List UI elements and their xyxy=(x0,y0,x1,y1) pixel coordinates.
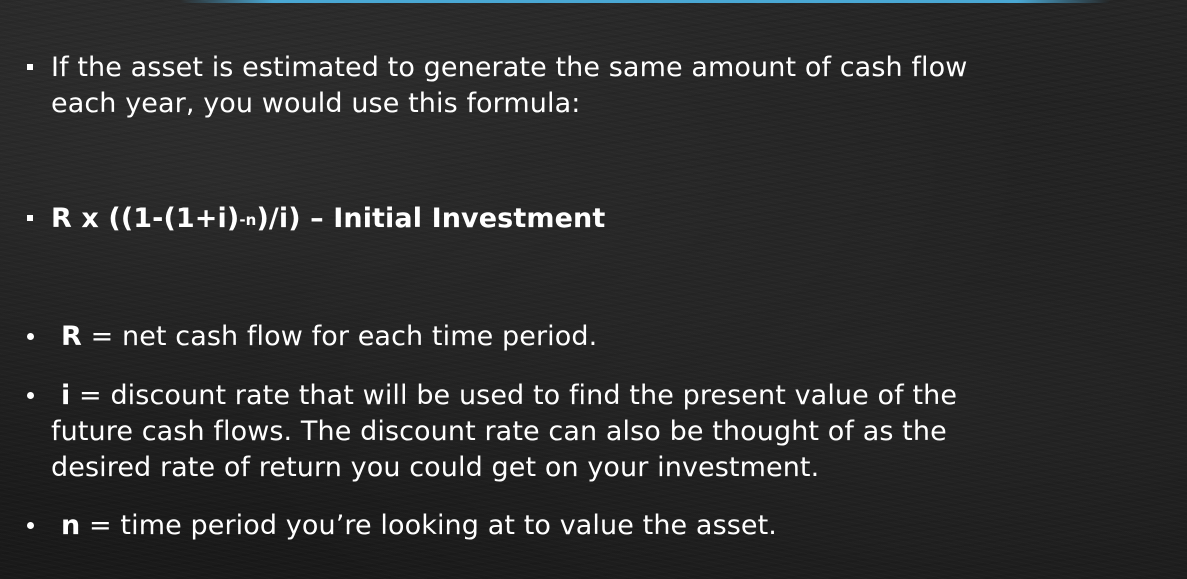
round-bullet-icon xyxy=(27,522,34,529)
definition-term: n xyxy=(61,510,81,541)
round-bullet-icon xyxy=(27,333,34,340)
definition-r: R = net cash flow for each time period. xyxy=(61,319,597,355)
definition-text: = time period you’re looking at to value… xyxy=(80,510,777,541)
square-bullet-icon xyxy=(27,215,33,221)
definition-text: = discount rate that will be used to fin… xyxy=(70,380,958,411)
top-accent-bar xyxy=(180,0,1110,3)
definition-i: i = discount rate that will be used to f… xyxy=(61,378,957,414)
definition-term: R xyxy=(61,321,82,352)
formula: R x ((1-(1+i)-n)/i) – Initial Investment xyxy=(51,201,605,237)
formula-exponent: -n xyxy=(239,211,257,229)
square-bullet-icon xyxy=(27,64,33,70)
definition-i-line-2: future cash flows. The discount rate can… xyxy=(51,416,947,447)
formula-part-2: )/i) – Initial Investment xyxy=(256,203,606,234)
formula-part-1: R x ((1-(1+i) xyxy=(51,203,240,234)
definition-n: n = time period you’re looking at to val… xyxy=(61,508,777,544)
intro-line-1: If the asset is estimated to generate th… xyxy=(51,52,968,83)
definition-i-line-3: desired rate of return you could get on … xyxy=(51,452,820,483)
round-bullet-icon xyxy=(27,392,34,399)
definition-text: = net cash flow for each time period. xyxy=(81,321,598,352)
definition-term: i xyxy=(61,380,71,411)
intro-line-2: each year, you would use this formula: xyxy=(51,88,581,119)
